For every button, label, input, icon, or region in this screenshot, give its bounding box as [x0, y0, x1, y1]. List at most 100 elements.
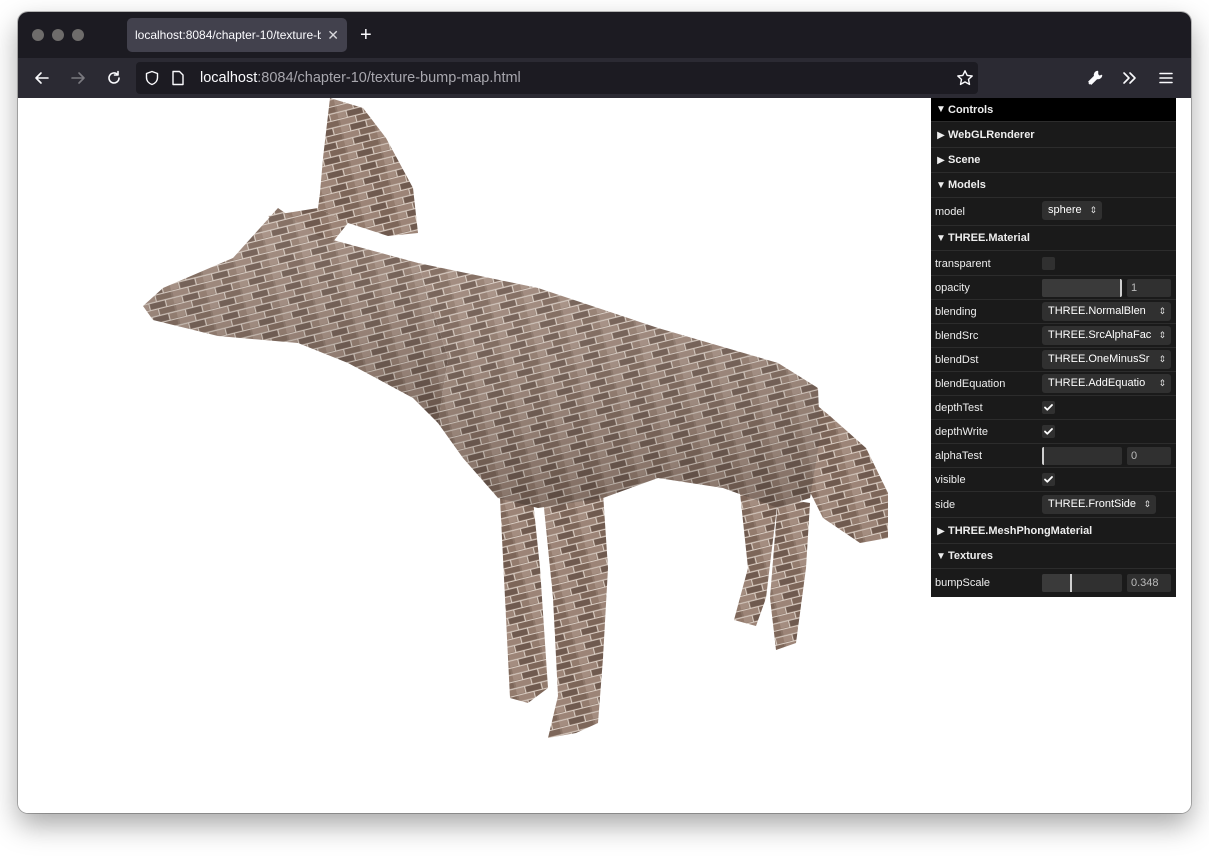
navigation-bar: localhost:8084/chapter-10/texture-bump-m… [18, 58, 1191, 98]
dat-gui-panel: ▼ Controls ▶ WebGLRenderer ▶ Scene ▼ Mod… [931, 98, 1176, 597]
shield-icon[interactable] [140, 66, 164, 90]
property-model: model sphere ⇕ [931, 198, 1176, 226]
property-label: blendSrc [935, 330, 979, 342]
property-depthtest: depthTest [931, 396, 1176, 420]
property-label: side [935, 499, 956, 511]
folder-scene[interactable]: ▶ Scene [931, 148, 1176, 173]
property-label: blending [935, 306, 977, 318]
folder-label: Models [948, 179, 986, 191]
minimize-window-button[interactable] [52, 29, 64, 41]
blenddst-select[interactable]: THREE.OneMinusSr ⇕ [1042, 350, 1171, 369]
hamburger-menu-icon[interactable] [1154, 66, 1178, 90]
slider-fill [1042, 279, 1122, 297]
side-select[interactable]: THREE.FrontSide ⇕ [1042, 495, 1156, 514]
forward-arrow-icon[interactable] [66, 66, 90, 90]
slider-fill [1042, 574, 1070, 592]
url-text[interactable]: localhost:8084/chapter-10/texture-bump-m… [200, 62, 521, 94]
property-bumpscale: bumpScale 0.348 [931, 569, 1176, 597]
folder-meshphongmaterial[interactable]: ▶ THREE.MeshPhongMaterial [931, 519, 1176, 544]
property-alphatest: alphaTest 0 [931, 444, 1176, 468]
blendsrc-select-value: THREE.SrcAlphaFac [1048, 329, 1152, 341]
chevron-right-icon: ▶ [937, 130, 945, 141]
url-bar[interactable]: localhost:8084/chapter-10/texture-bump-m… [136, 62, 978, 94]
checkmark-icon [1044, 428, 1053, 435]
depthtest-checkbox[interactable] [1042, 401, 1055, 414]
property-blending: blending THREE.NormalBlen ⇕ [931, 300, 1176, 324]
select-arrows-icon: ⇕ [1158, 354, 1166, 364]
visible-checkbox[interactable] [1042, 473, 1055, 486]
slider-handle[interactable] [1042, 447, 1044, 465]
alphatest-input[interactable]: 0 [1127, 447, 1171, 465]
url-host: localhost [200, 70, 258, 86]
blendequation-select-value: THREE.AddEquatio [1048, 377, 1146, 389]
close-icon[interactable]: ✕ [327, 18, 339, 52]
folder-models[interactable]: ▼ Models [931, 173, 1176, 198]
fox-model [143, 98, 888, 738]
folder-label: Scene [948, 154, 981, 166]
select-arrows-icon: ⇕ [1143, 499, 1151, 509]
3d-scene-canvas[interactable] [18, 98, 931, 813]
reload-icon[interactable] [102, 66, 126, 90]
side-select-value: THREE.FrontSide [1048, 498, 1137, 510]
select-arrows-icon: ⇕ [1158, 330, 1166, 340]
folder-three-material[interactable]: ▼ THREE.Material [931, 226, 1176, 251]
property-visible: visible [931, 468, 1176, 492]
url-path: :8084/chapter-10/texture-bump-map.html [257, 70, 521, 86]
folder-label: WebGLRenderer [948, 129, 1035, 141]
slider-handle[interactable] [1069, 574, 1072, 592]
select-arrows-icon: ⇕ [1158, 378, 1166, 388]
depthwrite-checkbox[interactable] [1042, 425, 1055, 438]
overflow-chevrons-icon[interactable] [1118, 66, 1142, 90]
opacity-slider[interactable] [1042, 279, 1122, 297]
tab-active[interactable]: localhost:8084/chapter-10/texture-bump-m… [127, 18, 347, 52]
zoom-window-button[interactable] [72, 29, 84, 41]
folder-controls[interactable]: ▼ Controls [931, 98, 1176, 122]
property-blenddst: blendDst THREE.OneMinusSr ⇕ [931, 348, 1176, 372]
chevron-down-icon: ▼ [936, 180, 946, 191]
blending-select[interactable]: THREE.NormalBlen ⇕ [1042, 302, 1171, 321]
blendequation-select[interactable]: THREE.AddEquatio ⇕ [1042, 374, 1171, 393]
folder-label: Controls [948, 104, 994, 116]
property-blendsrc: blendSrc THREE.SrcAlphaFac ⇕ [931, 324, 1176, 348]
blendsrc-select[interactable]: THREE.SrcAlphaFac ⇕ [1042, 326, 1171, 345]
property-depthwrite: depthWrite [931, 420, 1176, 444]
alphatest-slider[interactable] [1042, 447, 1122, 465]
chevron-right-icon: ▶ [937, 526, 945, 537]
property-label: model [935, 206, 965, 218]
bookmark-star-icon[interactable] [953, 66, 977, 90]
select-arrows-icon: ⇕ [1089, 205, 1097, 215]
transparent-checkbox[interactable] [1042, 257, 1055, 270]
model-select-value: sphere [1048, 204, 1082, 216]
slider-handle[interactable] [1120, 279, 1122, 297]
property-label: opacity [935, 282, 970, 294]
opacity-input[interactable]: 1 [1127, 279, 1171, 297]
close-window-button[interactable] [32, 29, 44, 41]
property-label: blendEquation [935, 378, 1006, 390]
checkmark-icon [1044, 476, 1053, 483]
property-label: visible [935, 474, 966, 486]
property-side: side THREE.FrontSide ⇕ [931, 492, 1176, 518]
blending-select-value: THREE.NormalBlen [1048, 305, 1146, 317]
property-label: bumpScale [935, 577, 991, 589]
folder-webglrenderer[interactable]: ▶ WebGLRenderer [931, 123, 1176, 148]
new-tab-button[interactable]: + [360, 23, 372, 47]
tab-title: localhost:8084/chapter-10/texture-bump-m… [135, 28, 321, 42]
folder-textures[interactable]: ▼ Textures [931, 544, 1176, 569]
back-arrow-icon[interactable] [30, 66, 54, 90]
property-transparent: transparent [931, 252, 1176, 276]
bumpscale-slider[interactable] [1042, 574, 1122, 592]
model-select[interactable]: sphere ⇕ [1042, 201, 1102, 220]
property-label: blendDst [935, 354, 979, 366]
property-label: transparent [935, 258, 991, 270]
checkmark-icon [1044, 404, 1053, 411]
chevron-down-icon: ▼ [936, 551, 946, 562]
tab-strip: localhost:8084/chapter-10/texture-bump-m… [18, 12, 1191, 58]
browser-window: localhost:8084/chapter-10/texture-bump-m… [18, 12, 1191, 813]
property-label: alphaTest [935, 450, 983, 462]
property-label: depthTest [935, 402, 983, 414]
property-opacity: opacity 1 [931, 276, 1176, 300]
bumpscale-input[interactable]: 0.348 [1127, 574, 1171, 592]
wrench-icon[interactable] [1083, 66, 1107, 90]
blenddst-select-value: THREE.OneMinusSr [1048, 353, 1150, 365]
folder-label: THREE.MeshPhongMaterial [948, 525, 1093, 537]
